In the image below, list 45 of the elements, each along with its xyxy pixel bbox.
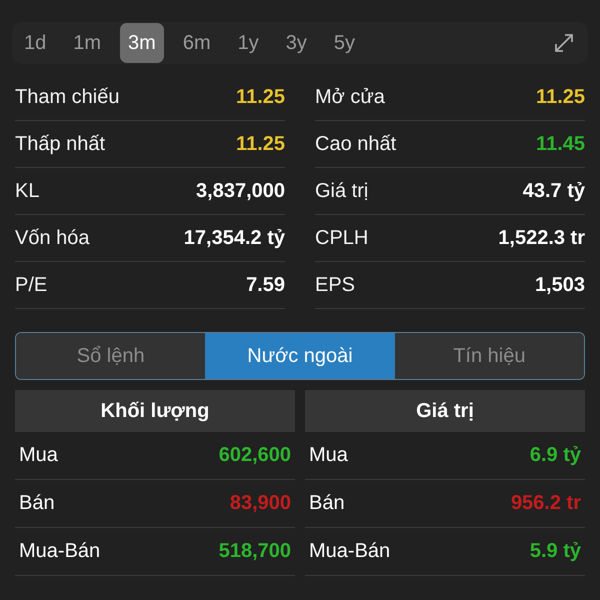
range-tab[interactable]: 5y [326,23,364,63]
expand-icon[interactable] [554,33,574,53]
stat-value: 11.45 [536,132,585,156]
row-label: Mua-Bán [309,540,390,563]
stat-value: 11.25 [236,132,285,156]
row-label: Mua [19,444,58,467]
table-header: Khối lượng [15,390,295,432]
stat-value: 17,354.2 tỷ [184,226,285,250]
stat-label: Mở cửa [315,86,385,108]
row-label: Mua [309,444,348,467]
row-value: 6.9 tỷ [530,444,581,467]
row-label: Mua-Bán [19,540,100,563]
stat-label: P/E [15,274,48,296]
stat-label: KL [15,180,40,202]
row-label: Bán [19,492,55,515]
stat-value: 1,522.3 tr [498,226,585,250]
section-tab[interactable]: Nước ngoài [205,333,395,379]
stat-label: Thấp nhất [15,132,106,156]
range-tab[interactable]: 6m [174,23,219,63]
table-header: Giá trị [305,390,585,432]
range-tab[interactable]: 3m [120,23,164,63]
stat-label: Giá trị [315,180,368,202]
stat-value: 43.7 tỷ [522,180,585,202]
stat-label: EPS [315,274,356,296]
range-tab[interactable]: 1y [230,23,267,63]
section-tab[interactable]: Sổ lệnh [16,333,206,379]
stat-value: 3,837,000 [196,180,285,202]
section-tab[interactable]: Tín hiệu [394,333,584,379]
stat-value: 1,503 [534,274,585,296]
row-label: Bán [309,492,345,515]
row-value: 83,900 [230,492,291,515]
stat-label: Vốn hóa [15,226,90,250]
range-tab[interactable]: 1d [16,23,54,63]
stat-label: CPLH [315,226,368,250]
row-value: 518,700 [218,540,291,563]
range-tab[interactable]: 3y [278,23,315,63]
stat-label: Tham chiếu [15,86,120,108]
stat-value: 7.59 [246,274,285,296]
row-value: 956.2 tr [510,492,581,515]
range-tab[interactable]: 1m [65,23,110,63]
stat-value: 11.25 [536,86,585,108]
row-value: 5.9 tỷ [530,540,581,563]
stat-label: Cao nhất [315,132,396,156]
row-value: 602,600 [218,444,291,467]
stat-value: 11.25 [236,86,285,108]
